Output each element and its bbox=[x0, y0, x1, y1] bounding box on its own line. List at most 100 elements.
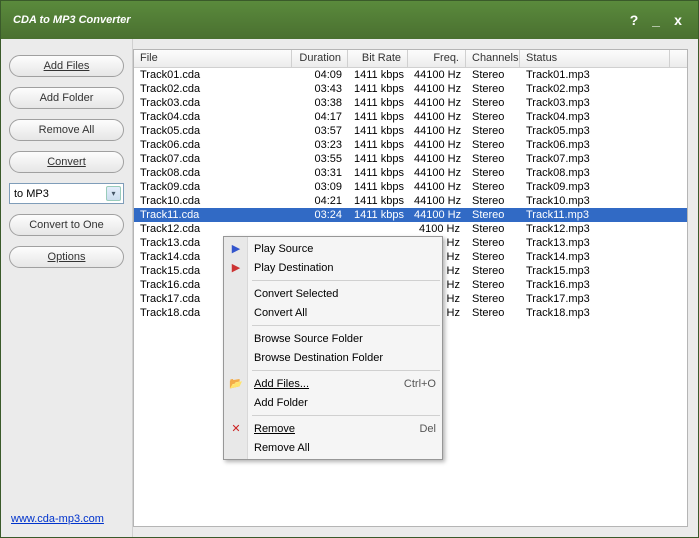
cell-st: Track01.mp3 bbox=[520, 69, 670, 81]
cell-file: Track03.cda bbox=[134, 97, 292, 109]
play-icon: ▶ bbox=[228, 242, 244, 255]
options-button[interactable]: Options bbox=[9, 246, 124, 268]
convert-button[interactable]: Convert bbox=[9, 151, 124, 173]
table-row[interactable]: Track01.cda04:091411 kbps44100 HzStereoT… bbox=[134, 68, 687, 82]
cell-fr: 44100 Hz bbox=[408, 111, 466, 123]
table-row[interactable]: Track02.cda03:431411 kbps44100 HzStereoT… bbox=[134, 82, 687, 96]
cell-ch: Stereo bbox=[466, 195, 520, 207]
cell-st: Track08.mp3 bbox=[520, 167, 670, 179]
cell-dur: 03:43 bbox=[292, 83, 348, 95]
menu-browse-source[interactable]: Browse Source Folder bbox=[224, 329, 442, 348]
menu-browse-destination[interactable]: Browse Destination Folder bbox=[224, 348, 442, 367]
cell-st: Track14.mp3 bbox=[520, 251, 670, 263]
table-row[interactable]: Track08.cda03:311411 kbps44100 HzStereoT… bbox=[134, 166, 687, 180]
cell-br: 1411 kbps bbox=[348, 195, 408, 207]
cell-ch: Stereo bbox=[466, 181, 520, 193]
cell-file: Track09.cda bbox=[134, 181, 292, 193]
cell-file: Track05.cda bbox=[134, 125, 292, 137]
remove-all-button[interactable]: Remove All bbox=[9, 119, 124, 141]
cell-dur: 03:57 bbox=[292, 125, 348, 137]
folder-open-icon: 📂 bbox=[228, 377, 244, 390]
cell-ch: Stereo bbox=[466, 69, 520, 81]
cell-st: Track05.mp3 bbox=[520, 125, 670, 137]
cell-br: 1411 kbps bbox=[348, 125, 408, 137]
format-select[interactable]: to MP3 ▾ bbox=[9, 183, 124, 204]
cell-dur: 03:38 bbox=[292, 97, 348, 109]
menu-convert-selected[interactable]: Convert Selected bbox=[224, 284, 442, 303]
cell-st: Track16.mp3 bbox=[520, 279, 670, 291]
cell-st: Track03.mp3 bbox=[520, 97, 670, 109]
cell-fr: 44100 Hz bbox=[408, 167, 466, 179]
chevron-down-icon: ▾ bbox=[106, 186, 121, 201]
help-button[interactable]: ? bbox=[626, 12, 642, 28]
cell-st: Track18.mp3 bbox=[520, 307, 670, 319]
table-row[interactable]: Track03.cda03:381411 kbps44100 HzStereoT… bbox=[134, 96, 687, 110]
table-row[interactable]: Track06.cda03:231411 kbps44100 HzStereoT… bbox=[134, 138, 687, 152]
cell-dur: 03:24 bbox=[292, 209, 348, 221]
cell-fr: 44100 Hz bbox=[408, 97, 466, 109]
col-status[interactable]: Status bbox=[520, 50, 670, 67]
cell-file: Track02.cda bbox=[134, 83, 292, 95]
cell-dur: 03:09 bbox=[292, 181, 348, 193]
cell-file: Track08.cda bbox=[134, 167, 292, 179]
cell-dur: 03:23 bbox=[292, 139, 348, 151]
table-row[interactable]: Track11.cda03:241411 kbps44100 HzStereoT… bbox=[134, 208, 687, 222]
cell-fr: 44100 Hz bbox=[408, 69, 466, 81]
delete-icon: ✕ bbox=[228, 422, 244, 435]
cell-file: Track07.cda bbox=[134, 153, 292, 165]
add-files-button[interactable]: Add Files bbox=[9, 55, 124, 77]
cell-fr: 44100 Hz bbox=[408, 125, 466, 137]
cell-ch: Stereo bbox=[466, 125, 520, 137]
cell-st: Track02.mp3 bbox=[520, 83, 670, 95]
cell-st: Track15.mp3 bbox=[520, 265, 670, 277]
menu-play-source[interactable]: ▶ Play Source bbox=[224, 239, 442, 258]
col-duration[interactable]: Duration bbox=[292, 50, 348, 67]
convert-to-one-button[interactable]: Convert to One bbox=[9, 214, 124, 236]
cell-fr: 44100 Hz bbox=[408, 139, 466, 151]
table-row[interactable]: Track07.cda03:551411 kbps44100 HzStereoT… bbox=[134, 152, 687, 166]
cell-dur: 03:55 bbox=[292, 153, 348, 165]
cell-st: Track06.mp3 bbox=[520, 139, 670, 151]
table-row[interactable]: Track04.cda04:171411 kbps44100 HzStereoT… bbox=[134, 110, 687, 124]
cell-st: Track09.mp3 bbox=[520, 181, 670, 193]
cell-br: 1411 kbps bbox=[348, 69, 408, 81]
cell-file: Track11.cda bbox=[134, 209, 292, 221]
add-folder-button[interactable]: Add Folder bbox=[9, 87, 124, 109]
cell-file: Track04.cda bbox=[134, 111, 292, 123]
col-channels[interactable]: Channels bbox=[466, 50, 520, 67]
cell-file: Track10.cda bbox=[134, 195, 292, 207]
cell-br: 1411 kbps bbox=[348, 167, 408, 179]
table-row[interactable]: Track10.cda04:211411 kbps44100 HzStereoT… bbox=[134, 194, 687, 208]
cell-ch: Stereo bbox=[466, 307, 520, 319]
menu-remove[interactable]: ✕ Remove Del bbox=[224, 419, 442, 438]
context-menu: ▶ Play Source ▶ Play Destination Convert… bbox=[223, 236, 443, 460]
menu-add-folder[interactable]: Add Folder bbox=[224, 393, 442, 412]
col-file[interactable]: File bbox=[134, 50, 292, 67]
cell-ch: Stereo bbox=[466, 223, 520, 235]
cell-st: Track12.mp3 bbox=[520, 223, 670, 235]
menu-play-destination[interactable]: ▶ Play Destination bbox=[224, 258, 442, 277]
table-row[interactable]: Track12.cda4100 HzStereoTrack12.mp3 bbox=[134, 222, 687, 236]
cell-file: Track06.cda bbox=[134, 139, 292, 151]
cell-ch: Stereo bbox=[466, 139, 520, 151]
table-row[interactable]: Track05.cda03:571411 kbps44100 HzStereoT… bbox=[134, 124, 687, 138]
cell-ch: Stereo bbox=[466, 153, 520, 165]
cell-st: Track04.mp3 bbox=[520, 111, 670, 123]
menu-add-files[interactable]: 📂 Add Files... Ctrl+O bbox=[224, 374, 442, 393]
cell-st: Track07.mp3 bbox=[520, 153, 670, 165]
col-freq[interactable]: Freq. bbox=[408, 50, 466, 67]
cell-st: Track11.mp3 bbox=[520, 209, 670, 221]
cell-ch: Stereo bbox=[466, 97, 520, 109]
sidebar: Add Files Add Folder Remove All Convert … bbox=[1, 39, 133, 537]
menu-remove-all[interactable]: Remove All bbox=[224, 438, 442, 457]
website-link[interactable]: www.cda-mp3.com bbox=[9, 509, 124, 529]
close-button[interactable]: x bbox=[670, 12, 686, 28]
cell-br: 1411 kbps bbox=[348, 83, 408, 95]
cell-st: Track17.mp3 bbox=[520, 293, 670, 305]
cell-st: Track13.mp3 bbox=[520, 237, 670, 249]
cell-file: Track12.cda bbox=[134, 223, 292, 235]
menu-convert-all[interactable]: Convert All bbox=[224, 303, 442, 322]
minimize-button[interactable]: _ bbox=[648, 12, 664, 28]
table-row[interactable]: Track09.cda03:091411 kbps44100 HzStereoT… bbox=[134, 180, 687, 194]
col-bitrate[interactable]: Bit Rate bbox=[348, 50, 408, 67]
